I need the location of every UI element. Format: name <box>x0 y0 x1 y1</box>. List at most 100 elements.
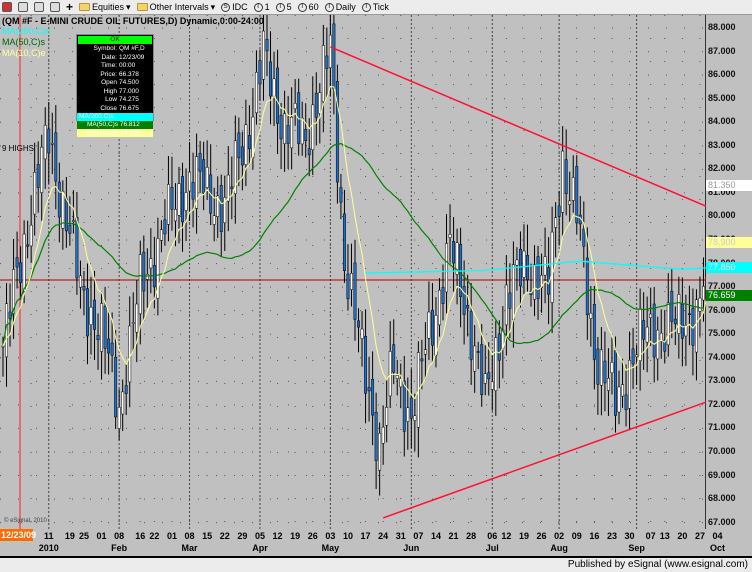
paste-icon[interactable] <box>34 2 44 12</box>
interval-daily-button[interactable]: I Daily <box>324 2 356 12</box>
candle-body <box>599 349 603 386</box>
date-tick-label: 09 <box>571 531 582 541</box>
month-label: 2010 <box>38 543 59 553</box>
candle-body <box>399 378 403 388</box>
candle-body <box>557 205 561 217</box>
candle-body <box>159 229 163 241</box>
date-tick-label: 01 <box>166 531 177 541</box>
candle-body <box>554 217 558 228</box>
candle-body <box>293 103 297 109</box>
date-axis[interactable]: 12/23/09 11 19 25 01 08 16 22 01 08 15 22 29 05 12 19 2… <box>0 529 752 558</box>
candle-body <box>487 372 491 380</box>
ma10-value-tag: 78.900 <box>706 237 752 249</box>
info-key: Time: <box>100 62 117 69</box>
candle-body <box>409 397 413 419</box>
candle-body <box>170 187 174 210</box>
candle-body <box>181 176 184 223</box>
candle-body <box>656 329 660 360</box>
candle-body <box>526 254 529 281</box>
date-tick-label: 26 <box>307 531 318 541</box>
candle-body <box>247 135 251 150</box>
candle-body <box>276 67 280 124</box>
candle-body <box>145 274 149 280</box>
candle-body <box>497 333 501 361</box>
price-tick-label: 68.000 <box>708 493 736 504</box>
copy-icon[interactable] <box>18 2 28 12</box>
candle-body <box>466 305 470 309</box>
date-tick-label: 31 <box>395 531 406 541</box>
date-tick-label: 14 <box>430 531 441 541</box>
candle-body <box>367 387 371 392</box>
candle-body <box>413 415 417 421</box>
price-axis[interactable]: 88.000 87.000 86.000 85.000 84.000 83.000 82.0… <box>706 15 752 544</box>
candle-body <box>339 187 343 203</box>
candle-body <box>191 182 195 200</box>
other-intervals-dropdown[interactable]: Other Intervals ▾ <box>136 2 215 13</box>
date-tick-label: 21 <box>448 531 459 541</box>
date-tick-label: 10 <box>342 531 353 541</box>
date-tick-label: 12 <box>501 531 512 541</box>
candle-body <box>269 61 272 97</box>
price-tick-label: 87.000 <box>708 45 736 56</box>
candle-body <box>124 385 128 394</box>
candle-body <box>550 231 554 303</box>
info-row: Close 76.675 <box>77 105 153 114</box>
interval-1-button[interactable]: I1 <box>253 2 270 12</box>
candle-body <box>78 275 82 288</box>
price-tick-label: 70.000 <box>708 445 736 456</box>
candle-body <box>22 233 26 292</box>
crosshair-icon[interactable]: + <box>66 0 73 14</box>
candle-body <box>290 117 294 149</box>
candle-body <box>188 171 192 192</box>
cursor-info-window[interactable]: OK Symbol: QM #F,D Date: 12/23/09 Time: 00:00… <box>76 34 154 137</box>
month-label: Jul <box>485 543 499 553</box>
candle-body <box>603 360 607 384</box>
candle-body <box>385 407 389 426</box>
interval-tick-button[interactable]: I Tick <box>361 2 389 12</box>
candle-body <box>40 146 44 193</box>
candle-body <box>258 60 262 85</box>
candle-body <box>47 128 51 154</box>
month-label: Jun <box>403 543 420 553</box>
info-key: Symbol: <box>93 45 117 52</box>
info-row: Open 74.500 <box>77 79 153 88</box>
ok-button[interactable]: OK <box>78 36 152 44</box>
candle-body <box>138 254 142 315</box>
candle-body <box>606 378 610 391</box>
interval-60-button[interactable]: I 60 <box>297 2 319 12</box>
candle-body <box>395 375 399 379</box>
info-key: Open <box>101 79 117 86</box>
candle-body <box>596 348 600 385</box>
candle-body <box>635 354 639 358</box>
date-tick-label: 22 <box>149 531 160 541</box>
date-tick-label: 08 <box>184 531 195 541</box>
chart-icon[interactable] <box>2 2 12 12</box>
date-tick-label: 19 <box>518 531 529 541</box>
candle-body <box>43 124 47 160</box>
date-tick-label: 27 <box>694 531 705 541</box>
candle-body <box>283 113 287 144</box>
candle-body <box>93 299 96 330</box>
interval-5-button[interactable]: I5 <box>275 2 292 12</box>
info-value: 77.000 <box>119 87 139 95</box>
info-value: 12/23/09 <box>119 53 145 61</box>
idc-button[interactable]: S IDC <box>221 2 248 12</box>
candle-body <box>638 308 642 362</box>
properties-icon[interactable] <box>50 2 60 12</box>
candle-body <box>304 128 308 141</box>
legend-ma50: MA(50,C)s <box>2 37 46 47</box>
info-key: Low <box>105 96 117 103</box>
date-tick-label: 24 <box>378 531 389 541</box>
candle-body <box>237 132 241 159</box>
date-tick-label: 28 <box>466 531 477 541</box>
candle-body <box>50 143 54 145</box>
candle-body <box>64 198 68 232</box>
chart-title: (QM #F - E-MINI CRUDE OIL FUTURES,D) Dyn… <box>2 16 264 26</box>
other-intervals-label: Other Intervals <box>149 2 209 12</box>
candle-body <box>121 391 125 415</box>
last-close-tag: 81.350 <box>706 179 752 191</box>
interval-label: 5 <box>286 2 292 12</box>
equities-dropdown[interactable]: Equities ▾ <box>79 2 131 13</box>
price-tick-label: 80.000 <box>708 210 736 221</box>
candle-body <box>335 81 339 183</box>
